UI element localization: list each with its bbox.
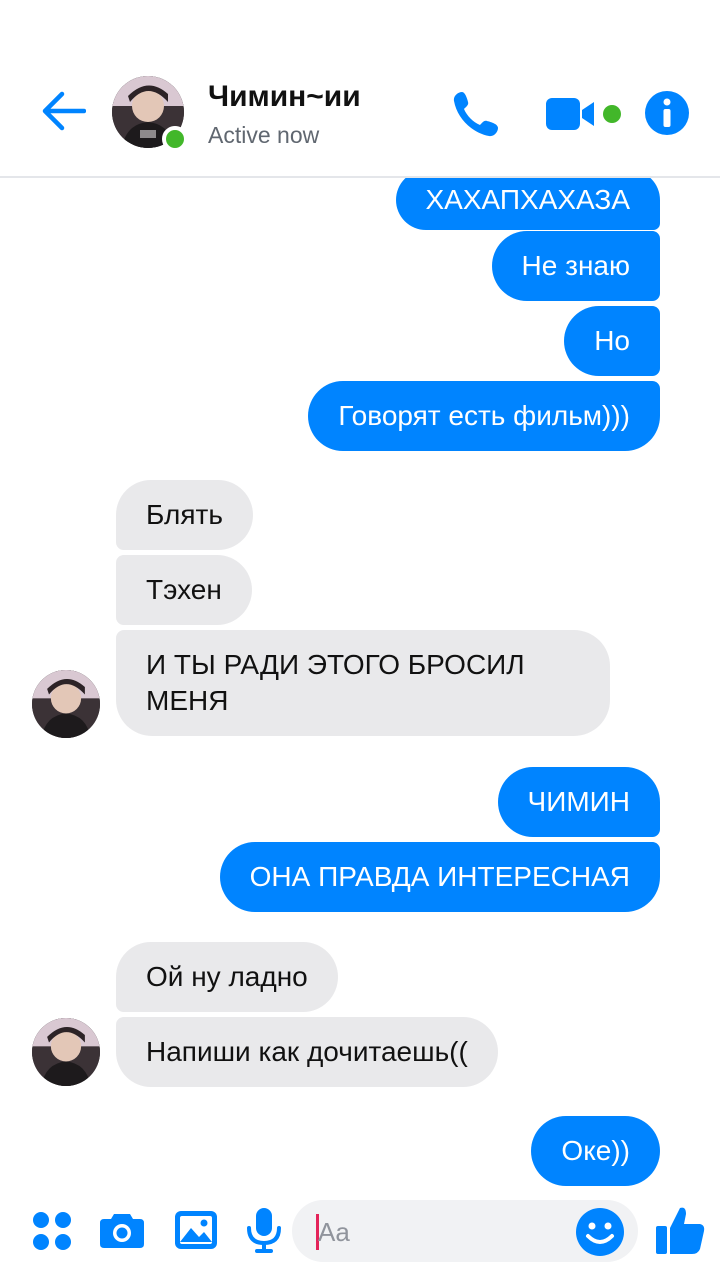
phone-icon — [453, 92, 498, 137]
voice-call-button[interactable] — [450, 88, 502, 140]
contact-name[interactable]: Чимин~ии — [208, 80, 361, 114]
video-camera-icon — [546, 98, 621, 130]
message-bubble-incoming[interactable]: И ТЫ РАДИ ЭТОГО БРОСИЛ МЕНЯ — [116, 630, 610, 736]
info-button[interactable] — [644, 90, 690, 136]
like-button[interactable] — [654, 1204, 706, 1256]
message-input-container[interactable] — [292, 1200, 638, 1262]
message-thread[interactable]: ХАХАПХАХАЗА Не знаю Но Говорят есть филь… — [0, 178, 720, 1190]
online-indicator — [162, 126, 188, 152]
thumbs-up-icon — [656, 1207, 705, 1254]
voice-message-button[interactable] — [240, 1206, 288, 1254]
message-bubble-outgoing[interactable]: Но — [564, 306, 660, 376]
emoji-icon — [576, 1208, 624, 1256]
gallery-button[interactable] — [172, 1206, 220, 1254]
emoji-button[interactable] — [574, 1206, 626, 1258]
message-bubble-outgoing[interactable]: ЧИМИН — [497, 767, 660, 837]
camera-button[interactable] — [98, 1206, 146, 1254]
microphone-icon — [247, 1208, 281, 1253]
message-input[interactable] — [318, 1208, 568, 1256]
back-arrow-icon — [42, 91, 87, 131]
message-bubble-outgoing[interactable]: Оке)) — [531, 1116, 660, 1186]
message-bubble-incoming[interactable]: Блять — [116, 480, 253, 550]
message-composer — [0, 1190, 720, 1280]
contact-avatar-small — [32, 1018, 100, 1086]
back-button[interactable] — [40, 88, 87, 134]
message-bubble-incoming[interactable]: Ой ну ладно — [116, 942, 338, 1012]
message-bubble-outgoing[interactable]: ОНА ПРАВДА ИНТЕРЕСНАЯ — [219, 842, 660, 912]
info-icon — [645, 91, 689, 135]
contact-avatar-small — [32, 670, 100, 738]
message-bubble-incoming[interactable]: Напиши как дочитаешь(( — [116, 1017, 498, 1087]
video-call-button[interactable] — [544, 94, 626, 134]
message-bubble-outgoing[interactable]: ХАХАПХАХАЗА — [395, 178, 660, 230]
more-actions-button[interactable] — [28, 1206, 76, 1254]
message-bubble-outgoing[interactable]: Говорят есть фильм))) — [308, 381, 660, 451]
message-bubble-incoming[interactable]: Тэхен — [116, 555, 252, 625]
camera-icon — [100, 1214, 144, 1248]
message-bubble-outgoing[interactable]: Не знаю — [491, 231, 660, 301]
gallery-icon — [175, 1211, 217, 1249]
contact-avatar-button[interactable] — [112, 76, 188, 152]
menu-dots-icon — [33, 1212, 71, 1250]
conversation-header: Чимин~ии Active now — [0, 0, 720, 178]
contact-status: Active now — [208, 122, 320, 148]
